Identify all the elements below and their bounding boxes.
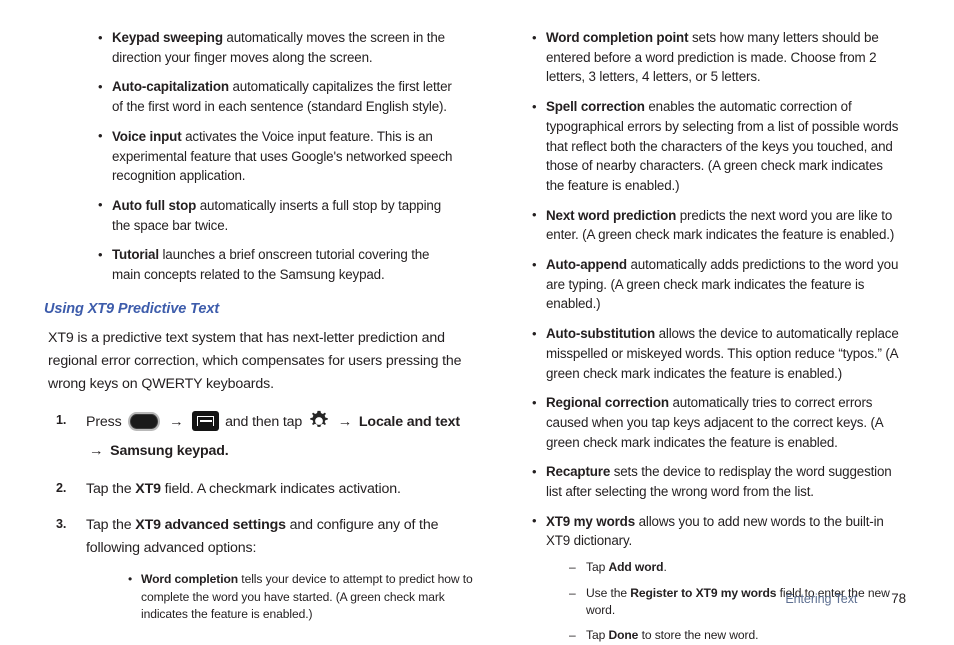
left-column: Keypad sweeping automatically moves the …: [0, 0, 477, 621]
dash-text-pre: Tap: [586, 560, 609, 575]
bullet-term: Voice input: [112, 128, 182, 144]
home-key-icon: [128, 411, 161, 431]
bullet-term: Auto-append: [546, 257, 627, 273]
list-item: Auto full stop automatically inserts a f…: [96, 195, 460, 235]
page-footer: Entering Text 78: [0, 586, 954, 606]
list-item: Regional correction automatically tries …: [530, 393, 902, 452]
list-item: Auto-capitalization automatically capita…: [96, 77, 460, 116]
bullet-term: Auto-capitalization: [112, 79, 229, 95]
setting-samsung-keypad: Samsung keypad.: [110, 442, 229, 459]
list-item: Tutorial launches a brief onscreen tutor…: [96, 245, 460, 284]
setting-xt9-advanced-settings: XT9 advanced settings: [135, 517, 286, 534]
keypad-options-list: Keypad sweeping automatically moves the …: [96, 27, 460, 285]
right-column: Word completion point sets how many lett…: [477, 0, 954, 645]
footer-inner: Entering Text 78: [785, 591, 906, 606]
step-text-pre: Tap the: [86, 481, 136, 498]
dash-text-post: .: [663, 560, 667, 575]
bullet-text: launches a brief onscreen tutorial cover…: [112, 247, 430, 283]
bullet-term: Word completion point: [546, 30, 689, 45]
list-item: Tap Done to store the new word.: [568, 627, 914, 645]
action-add-word: Add word: [608, 560, 664, 575]
step-number: 3.: [56, 517, 67, 532]
intro-paragraph: XT9 is a predictive text system that has…: [48, 330, 462, 393]
list-item: Next word prediction predicts the next w…: [530, 205, 902, 245]
step-lead: Press: [86, 414, 122, 431]
list-item: Spell correction enables the automatic c…: [530, 97, 902, 196]
list-item: Word completion point sets how many lett…: [530, 27, 902, 87]
list-item: Auto-append automatically adds predictio…: [530, 255, 902, 314]
bullet-term: Spell correction: [546, 99, 645, 115]
step-text-pre: Tap the: [86, 517, 136, 534]
bullet-term: Tutorial: [112, 247, 159, 263]
section-heading: Using XT9 Predictive Text: [44, 300, 220, 317]
setting-locale-and-text: Locale and text: [358, 414, 460, 431]
dash-text-pre: Tap: [586, 628, 609, 643]
bullet-term: Auto full stop: [112, 197, 197, 213]
gear-icon: [308, 410, 330, 432]
list-item: XT9 my words allows you to add new words…: [530, 511, 902, 645]
arrow-icon: →: [89, 442, 104, 459]
menu-key-icon: [192, 411, 220, 432]
bullet-term: XT9 my words: [546, 513, 635, 529]
step-2: 2. Tap the XT9 field. A checkmark indicat…: [40, 478, 467, 501]
arrow-icon: →: [337, 414, 353, 431]
footer-chapter-label: Entering Text: [785, 592, 858, 606]
list-item: Recapture sets the device to redisplay t…: [530, 462, 902, 501]
list-item: Auto-substitution allows the device to a…: [530, 324, 902, 383]
bullet-term: Next word prediction: [546, 207, 677, 223]
step-3: 3. Tap the XT9 advanced settings and conf…: [40, 514, 473, 623]
bullet-term: Keypad sweeping: [112, 30, 223, 45]
manual-page: Keypad sweeping automatically moves the …: [0, 0, 954, 645]
bullet-term: Recapture: [546, 464, 611, 480]
action-done: Done: [608, 628, 639, 643]
step-text-post: field. A checkmark indicates activation.: [160, 481, 401, 498]
bullet-term: Regional correction: [546, 395, 669, 411]
step-1: 1. Press → and then tap → Locale and text: [40, 408, 467, 465]
step-number: 2.: [56, 481, 67, 496]
bullet-term: Word completion: [141, 572, 239, 587]
setting-xt9: XT9: [135, 481, 161, 498]
two-column-layout: Keypad sweeping automatically moves the …: [0, 0, 954, 645]
page-number: 78: [891, 591, 906, 606]
arrow-icon: →: [169, 414, 184, 431]
step-middle-text: and then tap: [225, 414, 303, 431]
step-number: 1.: [56, 413, 67, 428]
xt9-advanced-options-list: Word completion point sets how many lett…: [530, 27, 902, 645]
list-item: Voice input activates the Voice input fe…: [96, 126, 460, 186]
list-item: Keypad sweeping automatically moves the …: [96, 27, 460, 67]
dash-text-post: to store the new word.: [638, 628, 759, 643]
list-item: Tap Add word.: [568, 559, 914, 577]
bullet-term: Auto-substitution: [546, 326, 656, 342]
